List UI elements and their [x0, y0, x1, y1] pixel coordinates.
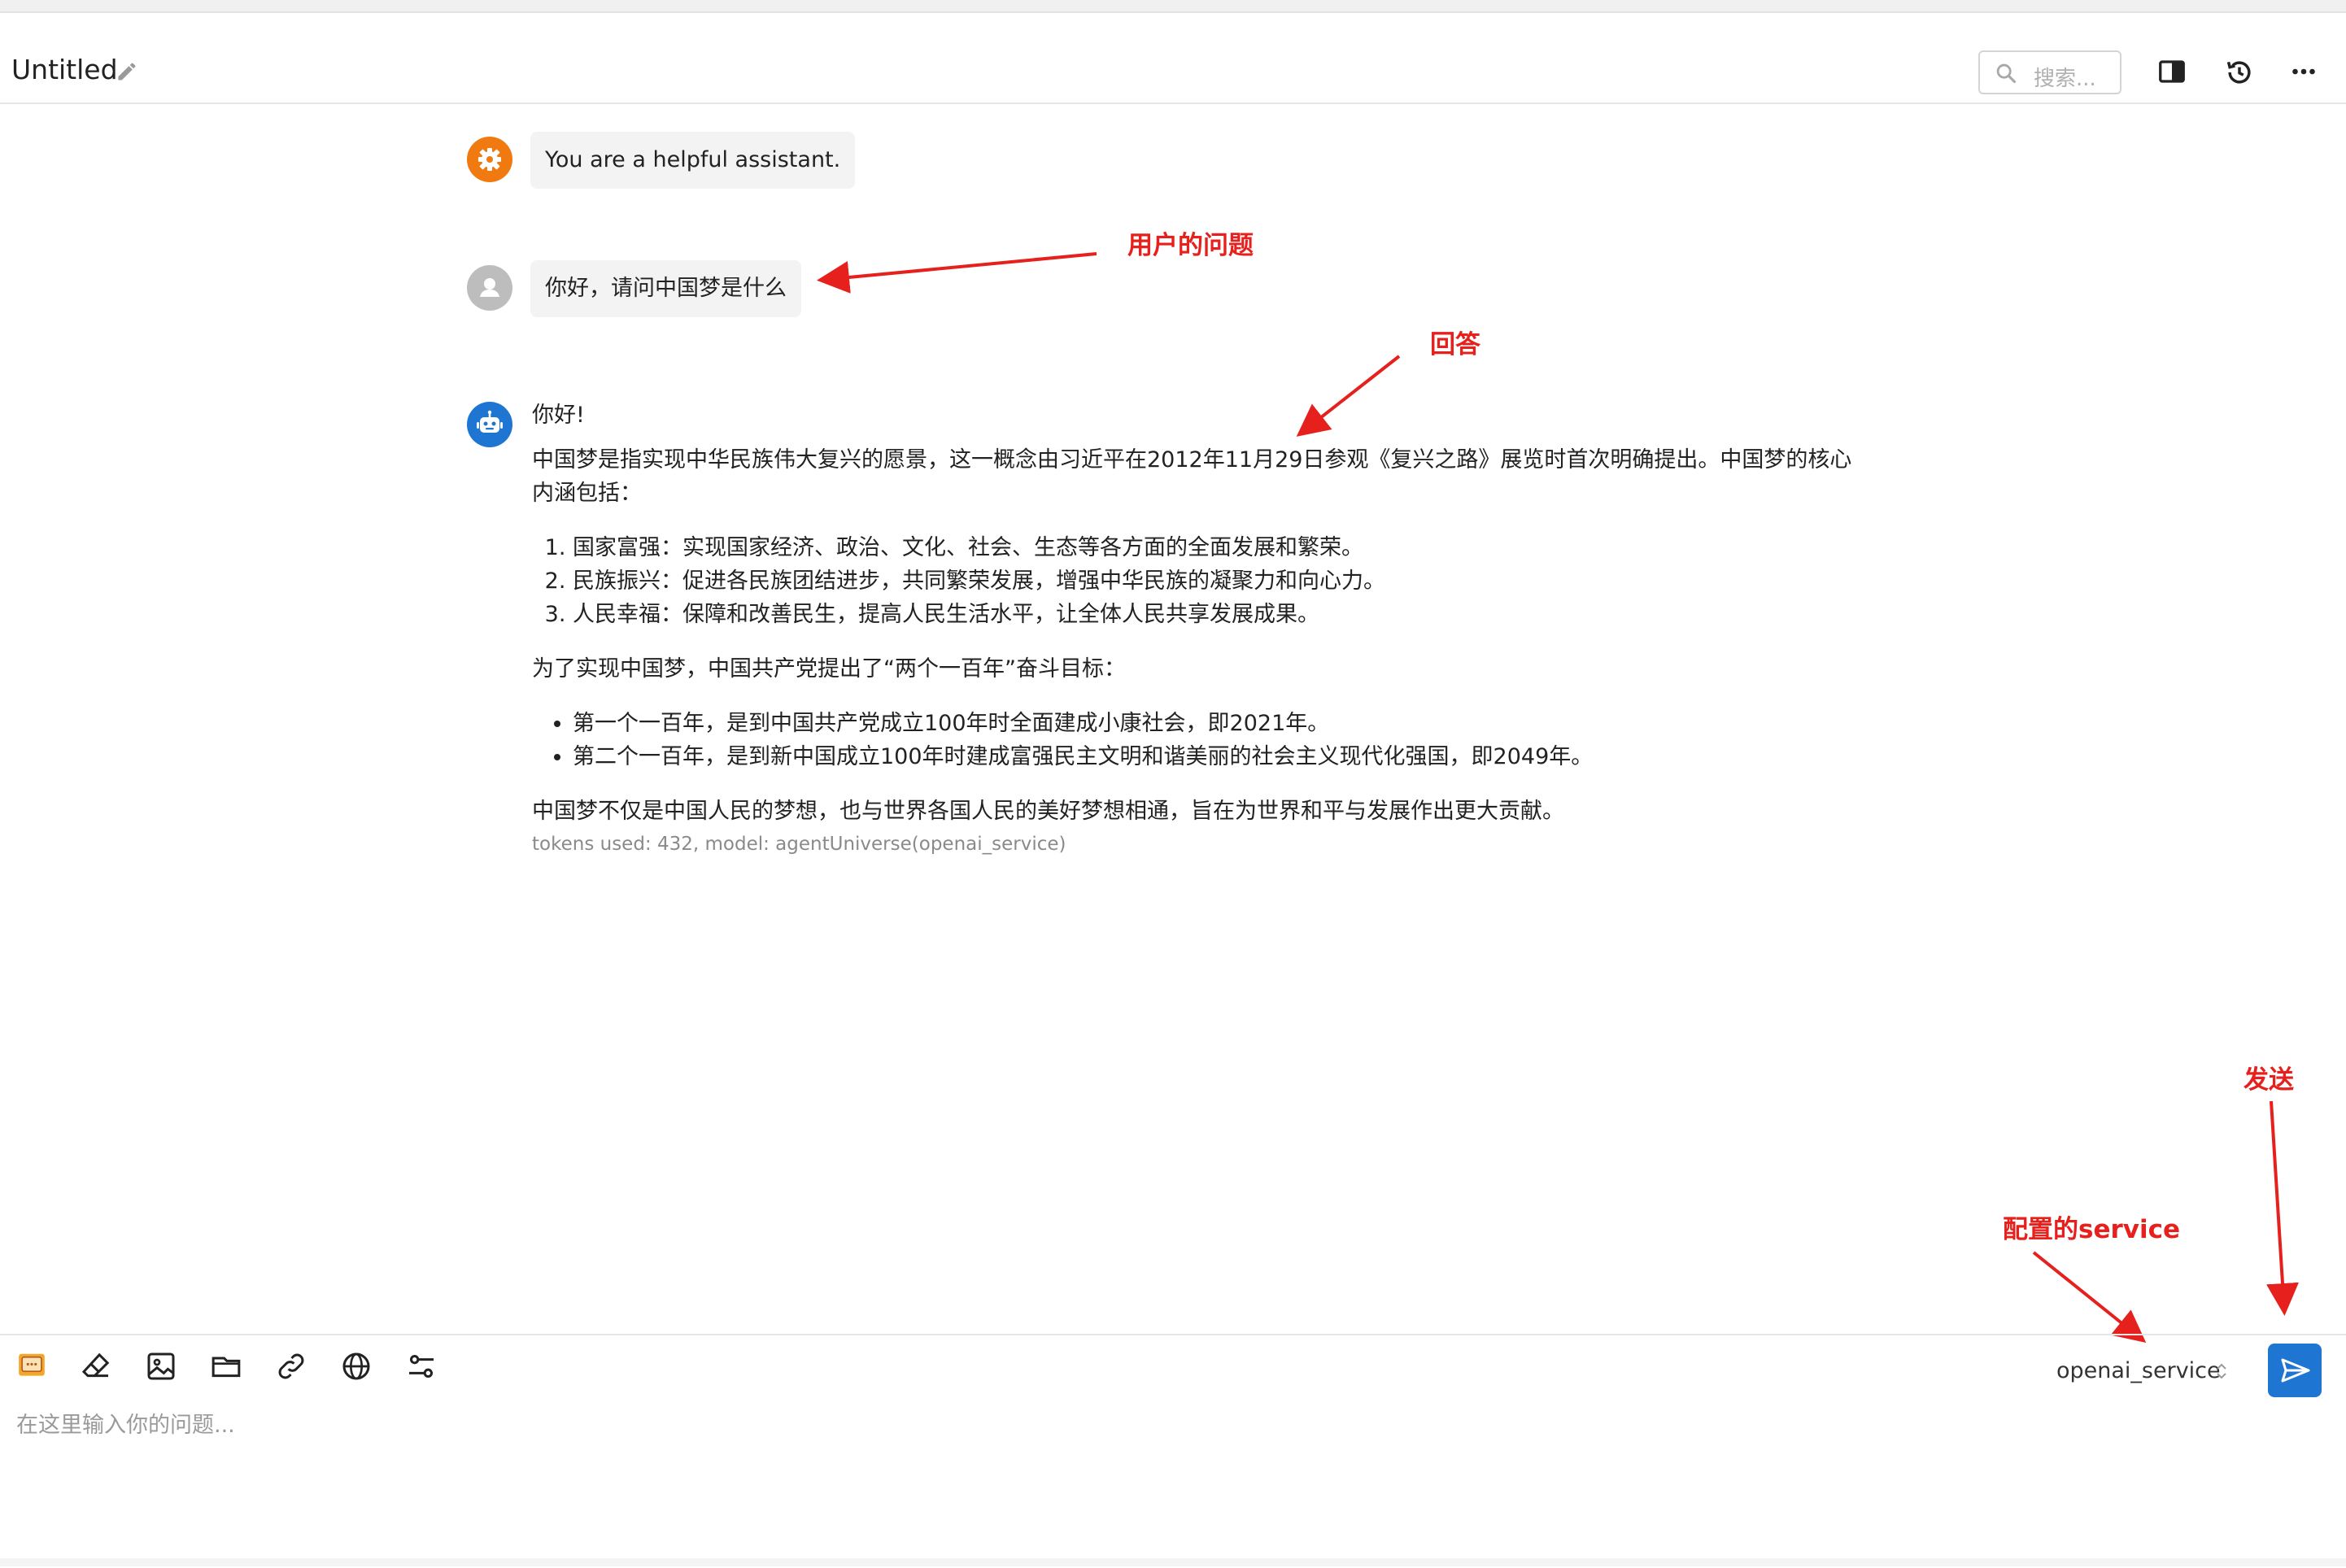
sort-icon[interactable] [2214, 1358, 2229, 1387]
settings-sliders-icon[interactable] [405, 1350, 438, 1386]
annotation-arrows [817, 252, 2299, 1344]
arrow-answer [1296, 355, 1401, 437]
arrow-user-question [817, 252, 1097, 294]
question-input[interactable]: 在这里输入你的问题... [16, 1407, 235, 1439]
window-bottom-strip [0, 1558, 2346, 1566]
chat-icon[interactable] [16, 1350, 47, 1384]
arrow-send [2266, 1100, 2299, 1316]
service-select[interactable]: openai_service [2056, 1358, 2221, 1383]
folder-icon[interactable] [210, 1350, 242, 1386]
send-icon [2281, 1358, 2310, 1383]
image-icon[interactable] [145, 1350, 177, 1386]
eraser-icon[interactable] [80, 1350, 112, 1386]
link-icon[interactable] [275, 1350, 307, 1386]
arrow-service [2032, 1251, 2147, 1344]
send-button[interactable] [2268, 1344, 2322, 1397]
composer: openai_service 在这里输入你的问题... [0, 1334, 2346, 1568]
globe-icon[interactable] [340, 1350, 373, 1386]
